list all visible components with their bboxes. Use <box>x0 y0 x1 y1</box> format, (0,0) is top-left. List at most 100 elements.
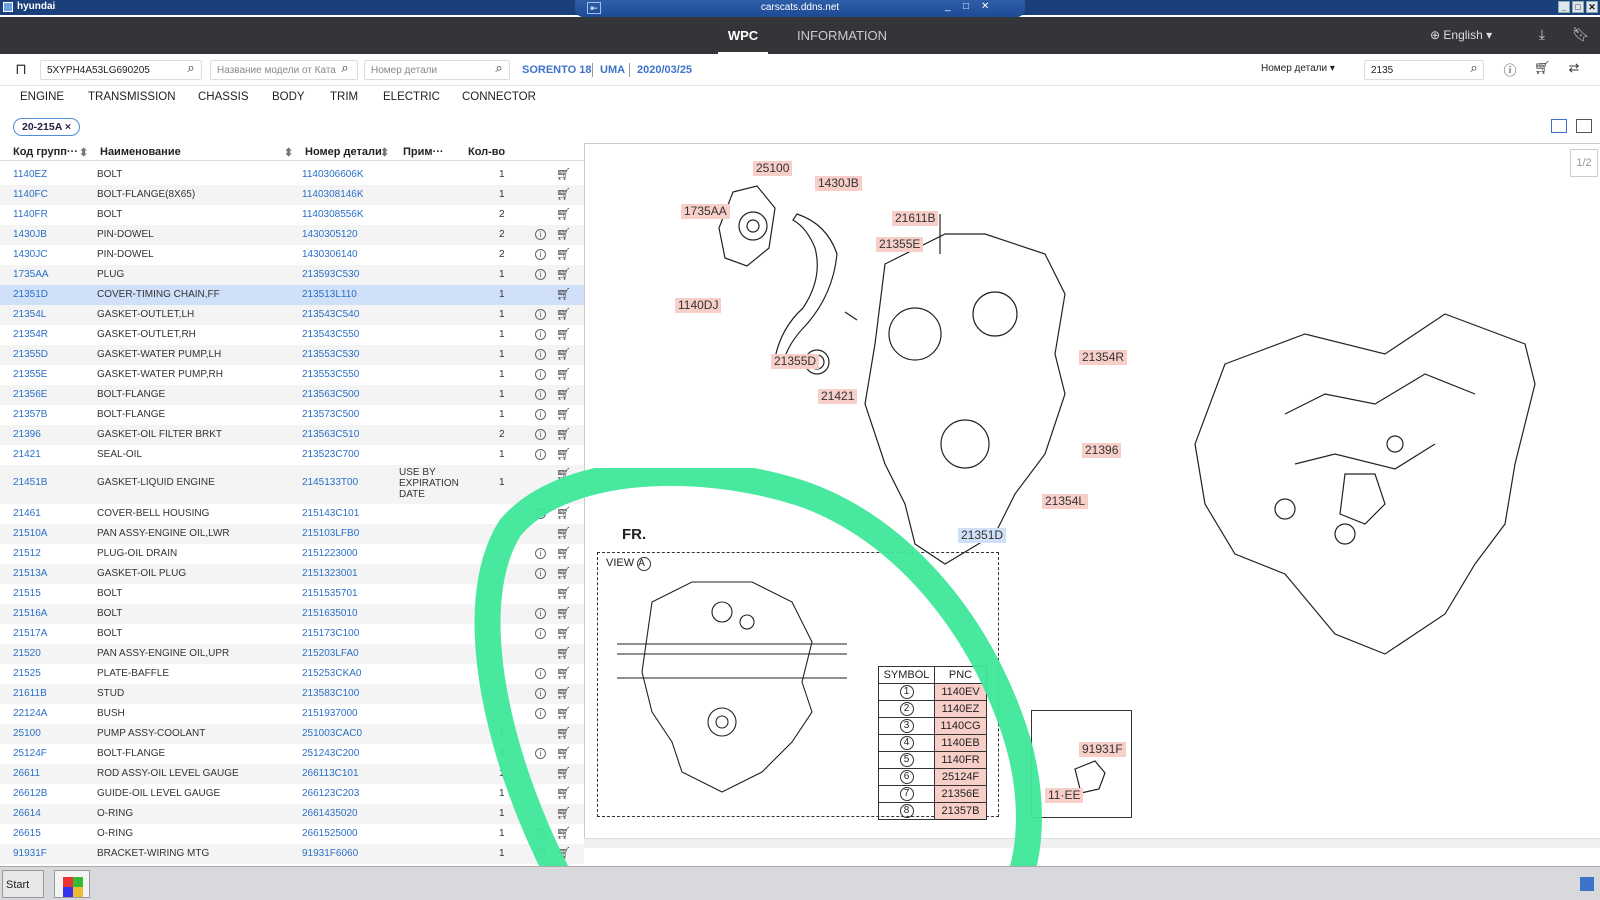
group-code-link[interactable]: 21515 <box>13 588 41 599</box>
cart-icon[interactable]: 🛒︎ <box>556 387 571 401</box>
group-code-link[interactable]: 1735AA <box>13 269 49 280</box>
page-indicator[interactable]: 1/2 <box>1570 149 1598 177</box>
info-icon[interactable]: i <box>535 628 546 639</box>
symbol-pnc[interactable]: 1140FR <box>934 751 987 769</box>
symbol-pnc[interactable]: 21356E <box>934 785 987 803</box>
part-number-link[interactable]: 266113C101 <box>302 768 359 779</box>
part-number-link[interactable]: 213593C530 <box>302 269 359 280</box>
sort-icon[interactable]: ⬍ <box>79 146 88 159</box>
part-number-link[interactable]: 213543C540 <box>302 309 359 320</box>
group-code-link[interactable]: 21354L <box>13 309 46 320</box>
table-row[interactable]: 21513A GASKET-OIL PLUG 2151323001 i 🛒︎ <box>0 564 584 584</box>
table-row[interactable]: 21451B GASKET-LIQUID ENGINE 2145133T00 USE … <box>0 465 584 504</box>
part-number-link[interactable]: 2661435020 <box>302 808 358 819</box>
callout-25100[interactable]: 25100 <box>753 161 793 176</box>
cart-icon[interactable]: 🛒︎ <box>556 447 571 461</box>
category-chassis[interactable]: CHASSIS <box>198 91 249 103</box>
search-icon[interactable]: ⌕ <box>337 60 353 78</box>
search-icon[interactable]: ⌕ <box>183 60 199 78</box>
close-icon[interactable]: × <box>65 121 71 133</box>
part-number-link[interactable]: 215143C101 <box>302 508 359 519</box>
cart-icon[interactable]: 🛒︎ <box>556 606 571 620</box>
symbol-pnc[interactable]: 1140EB <box>934 734 987 752</box>
search-icon[interactable]: ⌕ <box>1466 60 1482 78</box>
group-code-link[interactable]: 1140FC <box>13 189 48 200</box>
group-code-link[interactable]: 21516A <box>13 608 47 619</box>
table-row[interactable]: 21354R GASKET-OUTLET,RH 213543C550 1 i 🛒︎ <box>0 325 584 345</box>
part-number-link[interactable]: 2151223000 <box>302 548 358 559</box>
part-number-link[interactable]: 213583C100 <box>302 688 359 699</box>
category-transmission[interactable]: TRANSMISSION <box>88 91 176 103</box>
group-code-link[interactable]: 21421 <box>13 449 41 460</box>
table-row[interactable]: 21351D COVER-TIMING CHAIN,FF 213513L110 1 🛒︎ <box>0 285 584 305</box>
part-number-link[interactable]: 251243C200 <box>302 748 359 759</box>
cart-icon[interactable]: 🛒︎ <box>556 686 571 700</box>
col-part-number[interactable]: Номер детали <box>305 146 382 158</box>
cart-icon[interactable]: 🛒︎ <box>556 706 571 720</box>
group-code-link[interactable]: 21510A <box>13 528 47 539</box>
cart-icon[interactable]: 🛒︎ <box>556 187 571 201</box>
part-number-link[interactable]: 1430305120 <box>302 229 358 240</box>
group-code-link[interactable]: 21355D <box>13 349 48 360</box>
category-body[interactable]: BODY <box>272 91 305 103</box>
info-icon[interactable]: i <box>535 449 546 460</box>
part-number-input[interactable] <box>364 60 510 80</box>
group-code-link[interactable]: 21357B <box>13 409 47 420</box>
cart-icon[interactable]: 🛒︎ <box>556 666 571 680</box>
group-code-link[interactable]: 22124A <box>13 708 47 719</box>
cart-icon[interactable]: 🛒︎ <box>556 726 571 740</box>
remote-close-icon[interactable]: ✕ <box>981 1 989 12</box>
horizontal-scrollbar[interactable] <box>584 838 1600 848</box>
cart-icon[interactable]: 🛒︎ <box>556 806 571 820</box>
table-row[interactable]: 25100 PUMP ASSY-COOLANT 251003CAC0 1 🛒︎ <box>0 724 584 744</box>
cart-icon[interactable]: 🛒︎ <box>556 427 571 441</box>
info-icon[interactable]: i <box>535 369 546 380</box>
search-icon[interactable]: ⌕ <box>491 60 507 78</box>
cart-icon[interactable]: 🛒︎ <box>556 766 571 780</box>
info-icon[interactable]: i <box>535 409 546 420</box>
group-code-link[interactable]: 21520 <box>13 648 41 659</box>
table-row[interactable]: 21517A BOLT 215173C100 i 🛒︎ <box>0 624 584 644</box>
col-group-code[interactable]: Код групп··· <box>13 146 78 158</box>
table-row[interactable]: 1140FC BOLT-FLANGE(8X65) 1140308146K 1 🛒︎ <box>0 185 584 205</box>
group-code-link[interactable]: 21525 <box>13 668 41 679</box>
callout-1430jb[interactable]: 1430JB <box>815 176 862 191</box>
search-mode-select[interactable]: Номер детали ▾ <box>1255 60 1361 80</box>
info-icon[interactable]: i <box>535 548 546 559</box>
group-code-link[interactable]: 1140FR <box>13 209 48 220</box>
sort-icon[interactable]: ⬍ <box>284 146 293 159</box>
table-row[interactable]: 26614 O-RING 2661435020 1 🛒︎ <box>0 804 584 824</box>
table-row[interactable]: 21510A PAN ASSY-ENGINE OIL,LWR 215103LFB0 🛒… <box>0 524 584 544</box>
category-engine[interactable]: ENGINE <box>20 91 64 103</box>
parts-diagram[interactable]: 1/2 25100 1430JB 1735AA 21611B 21355E 11… <box>584 143 1600 838</box>
group-code-link[interactable]: 26614 <box>13 808 41 819</box>
group-code-link[interactable]: 25124F <box>13 748 47 759</box>
info-icon[interactable]: i <box>535 568 546 579</box>
table-row[interactable]: 91931F BRACKET-WIRING MTG 91931F6060 1 i 🛒︎ <box>0 844 584 864</box>
part-number-link[interactable]: 213563C500 <box>302 389 359 400</box>
part-number-link[interactable]: 2151323001 <box>302 568 358 579</box>
callout-21396[interactable]: 21396 <box>1082 443 1122 458</box>
part-number-link[interactable]: 2661525000 <box>302 828 358 839</box>
part-number-link[interactable]: 2151635010 <box>302 608 358 619</box>
group-code-link[interactable]: 26615 <box>13 828 41 839</box>
callout-21354l[interactable]: 21354L <box>1042 494 1089 509</box>
remote-minimize-icon[interactable]: _ <box>945 1 951 12</box>
part-number-link[interactable]: 213523C700 <box>302 449 359 460</box>
col-qty[interactable]: Кол-во <box>468 146 505 158</box>
download-icon[interactable]: ⤓ <box>1533 26 1551 44</box>
info-icon[interactable]: i <box>535 668 546 679</box>
table-row[interactable]: 21611B STUD 213583C100 i 🛒︎ <box>0 684 584 704</box>
cart-icon[interactable]: 🛒︎ <box>556 506 571 520</box>
bookmark-outline-icon[interactable]: ⊓ <box>13 60 29 78</box>
part-number-link[interactable]: 213563C510 <box>302 429 359 440</box>
cart-icon[interactable]: 🛒︎ <box>556 407 571 421</box>
table-row[interactable]: 21354L GASKET-OUTLET,LH 213543C540 1 i 🛒︎ <box>0 305 584 325</box>
info-icon[interactable]: i <box>535 848 546 859</box>
info-icon[interactable]: i <box>535 508 546 519</box>
group-code-link[interactable]: 1140EZ <box>13 169 47 180</box>
group-code-link[interactable]: 21611B <box>13 688 47 699</box>
cart-icon[interactable]: 🛒︎ <box>556 267 571 281</box>
part-number-link[interactable]: 213573C500 <box>302 409 359 420</box>
swap-icon[interactable]: ⇄ <box>1566 60 1582 78</box>
